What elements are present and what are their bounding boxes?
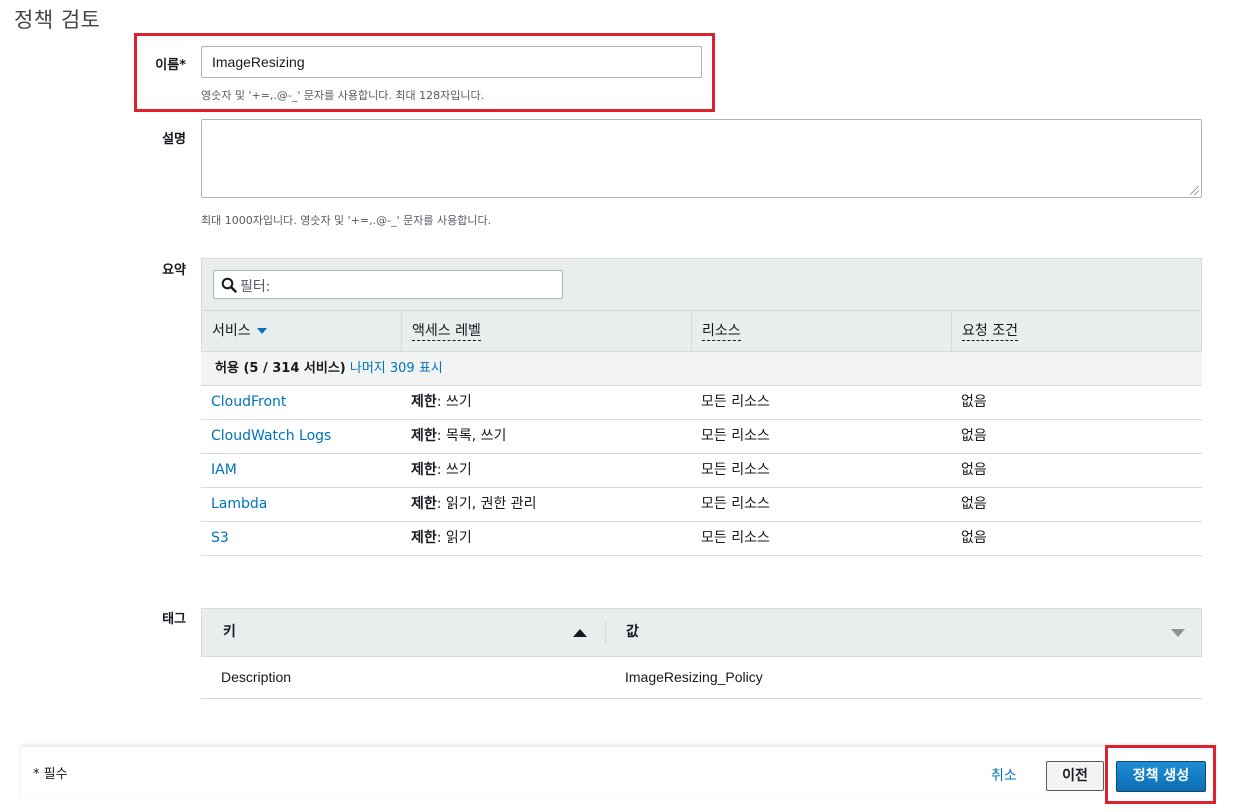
resize-grip-icon[interactable] (1190, 186, 1199, 195)
tags-table: 키 값 Description ImageResizing_Policy (201, 608, 1202, 699)
resource-cell: 모든 리소스 (701, 428, 770, 444)
show-remaining-link[interactable]: 나머지 309 표시 (350, 361, 443, 376)
column-header-key[interactable]: 키 (223, 609, 236, 656)
table-row: CloudFront 제한: 쓰기 모든 리소스 없음 (201, 386, 1202, 420)
name-label: 이름* (155, 58, 186, 73)
description-hint: 최대 1000자입니다. 영숫자 및 '+=,.@-_' 문자를 사용합니다. (201, 214, 492, 227)
allow-summary: 허용 (5 / 314 서비스) (215, 361, 346, 376)
name-hint: 영숫자 및 '+=,.@-_' 문자를 사용합니다. 최대 128자입니다. (201, 89, 485, 102)
summary-table: 필터: 서비스 액세스 레벨 리소스 요청 조건 허용 (5 / 314 서비스… (201, 258, 1202, 557)
service-link[interactable]: CloudWatch Logs (201, 420, 331, 453)
sort-descending-icon[interactable] (1171, 629, 1185, 637)
column-header-access-level[interactable]: 액세스 레벨 (402, 311, 692, 351)
cancel-button[interactable]: 취소 (991, 765, 1017, 785)
access-level: 제한: 쓰기 (411, 394, 472, 410)
summary-header-row: 서비스 액세스 레벨 리소스 요청 조건 (201, 310, 1202, 352)
filter-bar: 필터: (201, 258, 1202, 310)
service-link[interactable]: Lambda (201, 488, 267, 521)
filter-placeholder: 필터: (240, 279, 271, 295)
tags-label: 태그 (162, 612, 186, 627)
access-level: 제한: 읽기 (411, 530, 472, 546)
page-title: 정책 검토 (14, 8, 101, 32)
table-row: Lambda 제한: 읽기, 권한 관리 모든 리소스 없음 (201, 488, 1202, 522)
column-header-service[interactable]: 서비스 (202, 311, 402, 351)
access-level: 제한: 쓰기 (411, 462, 472, 478)
search-icon (221, 277, 237, 293)
name-input[interactable]: ImageResizing (201, 46, 702, 78)
resource-cell: 모든 리소스 (701, 462, 770, 478)
tag-key: Description (221, 669, 292, 685)
summary-label: 요약 (162, 263, 186, 278)
create-button-highlight-box (1105, 745, 1216, 804)
allow-group-row: 허용 (5 / 314 서비스) 나머지 309 표시 (201, 352, 1202, 386)
service-link[interactable]: IAM (201, 454, 237, 487)
column-header-value[interactable]: 값 (626, 609, 639, 656)
filter-input[interactable]: 필터: (213, 270, 563, 299)
sort-down-icon (256, 328, 267, 334)
service-link[interactable]: CloudFront (201, 386, 286, 419)
sort-ascending-icon[interactable] (573, 629, 587, 637)
tags-header-row: 키 값 (201, 608, 1202, 657)
resource-cell: 모든 리소스 (701, 496, 770, 512)
previous-button[interactable]: 이전 (1046, 761, 1104, 791)
description-textarea[interactable] (201, 119, 1202, 198)
access-level: 제한: 목록, 쓰기 (411, 428, 507, 444)
access-level: 제한: 읽기, 권한 관리 (411, 496, 537, 512)
column-header-resource[interactable]: 리소스 (692, 311, 952, 351)
condition-cell: 없음 (961, 530, 987, 546)
resource-cell: 모든 리소스 (701, 394, 770, 410)
condition-cell: 없음 (961, 496, 987, 512)
service-link[interactable]: S3 (201, 522, 229, 555)
table-row: CloudWatch Logs 제한: 목록, 쓰기 모든 리소스 없음 (201, 420, 1202, 454)
column-header-condition[interactable]: 요청 조건 (952, 311, 1202, 351)
condition-cell: 없음 (961, 428, 987, 444)
column-divider (605, 621, 606, 645)
required-note: * 필수 (33, 767, 68, 782)
resource-cell: 모든 리소스 (701, 530, 770, 546)
table-row: IAM 제한: 쓰기 모든 리소스 없음 (201, 454, 1202, 488)
description-label: 설명 (162, 132, 186, 147)
table-row: Description ImageResizing_Policy (201, 657, 1202, 699)
condition-cell: 없음 (961, 394, 987, 410)
table-row: S3 제한: 읽기 모든 리소스 없음 (201, 522, 1202, 556)
condition-cell: 없음 (961, 462, 987, 478)
footer-bar: * 필수 취소 이전 정책 생성 (21, 746, 1216, 798)
tag-value: ImageResizing_Policy (625, 669, 763, 685)
